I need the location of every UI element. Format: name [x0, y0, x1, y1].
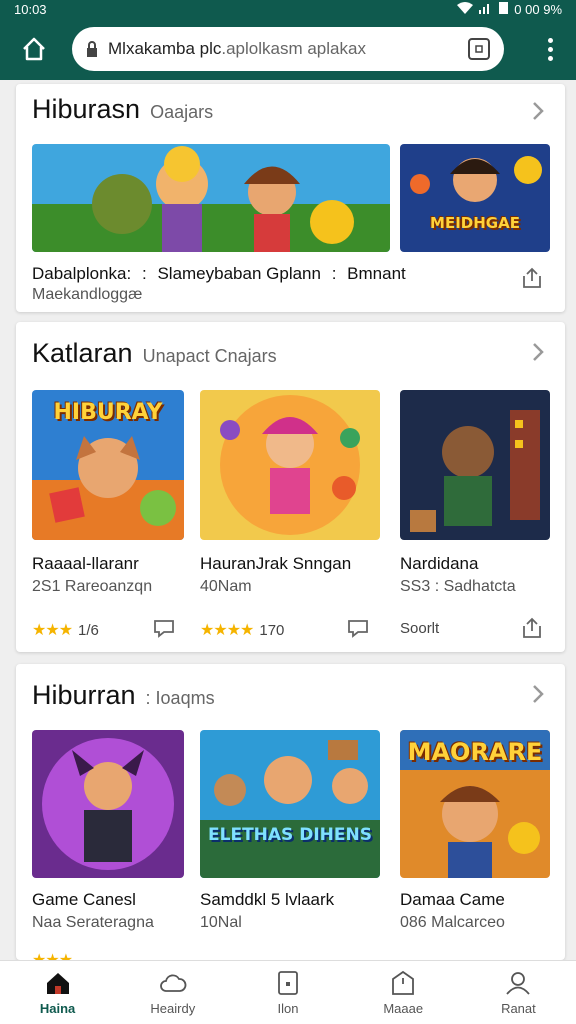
nav-label: Maaae	[383, 1001, 424, 1016]
status-time: 10:03	[14, 1, 47, 17]
separator: :	[141, 264, 147, 283]
item-subtitle: 086 Malcarceo	[400, 914, 505, 931]
item-subtitle: Naa Serateragna	[32, 914, 154, 931]
item-subtitle: 2S1 Rareoanzqn	[32, 578, 153, 595]
lock-icon	[87, 41, 97, 57]
item-title[interactable]: Damaa Came	[400, 890, 505, 910]
battery-icon	[499, 1, 509, 17]
item-rating: Soorlt	[400, 620, 439, 637]
tabs-icon	[475, 45, 483, 53]
section-title: Hiburran	[32, 680, 136, 710]
rating-stars: ★★★★	[200, 622, 254, 639]
game-thumbnail[interactable]: MEIDHGAE	[400, 144, 550, 252]
item-title[interactable]: Raaaal-llaranr	[32, 554, 139, 574]
cloud-icon	[159, 974, 187, 992]
item-title[interactable]: Slameybaban Gplann	[157, 264, 321, 283]
nav-label: Haina	[39, 1001, 76, 1016]
item-title-row: Dabalplonka: : Slameybaban Gplann : Bmna…	[32, 264, 406, 284]
item-title[interactable]: HauranJrak Snngan	[200, 554, 351, 574]
game-thumbnail[interactable]	[400, 390, 550, 540]
overflow-menu-button[interactable]	[538, 29, 562, 69]
chevron-right-icon[interactable]	[527, 682, 549, 706]
separator: :	[331, 264, 337, 283]
item-title[interactable]: Bmnant	[347, 264, 406, 283]
rating-value: 1/6	[78, 621, 99, 639]
game-thumbnail[interactable]	[32, 730, 184, 878]
section-subtitle: Oaajars	[150, 102, 214, 122]
game-thumbnail[interactable]	[32, 144, 390, 252]
item-rating: ★★★★ 170	[200, 620, 284, 640]
nav-label: Ranat	[501, 1001, 536, 1016]
person-icon	[506, 972, 531, 995]
nav-item-cloud[interactable]: Heairdy	[115, 961, 230, 1024]
url-domain: Mlxakamba plc	[108, 39, 222, 58]
status-bar: 10:03 0 00 9%	[0, 0, 576, 18]
address-bar[interactable]: Mlxakamba plc.aplolkasm aplakax	[72, 27, 504, 71]
game-thumbnail[interactable]	[200, 390, 380, 540]
section-title: Hiburasn	[32, 94, 141, 124]
nav-item-bag[interactable]: Maaae	[346, 961, 461, 1024]
bag-icon	[392, 970, 415, 995]
item-title[interactable]: Game Canesl	[32, 890, 136, 910]
nav-label: Ilon	[277, 1001, 299, 1016]
comment-icon[interactable]	[152, 616, 176, 640]
share-icon[interactable]	[520, 266, 544, 290]
nav-item-home[interactable]: Haina	[0, 961, 115, 1024]
thumbnail-art-text: HIBURAY	[53, 400, 163, 425]
item-rating: ★★★ 1/6	[32, 620, 99, 640]
url-text[interactable]: Mlxakamba plc.aplolkasm aplakax	[108, 39, 468, 59]
item-title[interactable]: Samddkl 5 lvlaark	[200, 890, 334, 910]
section-card-3: Hiburran : Ioaqms ELETHAS DIHENS MAORARE…	[16, 664, 565, 960]
tablet-icon	[278, 971, 298, 995]
chevron-right-icon[interactable]	[527, 99, 549, 123]
browser-toolbar: Mlxakamba plc.aplolkasm aplakax	[0, 18, 576, 80]
nav-item-profile[interactable]: Ranat	[461, 961, 576, 1024]
share-icon[interactable]	[520, 616, 544, 640]
item-subtitle: SS3 : Sadhatcta	[400, 578, 516, 595]
battery-text: 0 00 9%	[514, 1, 562, 17]
chevron-right-icon[interactable]	[527, 340, 549, 364]
item-subtitle: 40Nam	[200, 578, 252, 595]
bottom-navigation: Haina Heairdy Ilon Maaae Ranat	[0, 960, 576, 1024]
thumbnail-art-text: ELETHAS DIHENS	[208, 825, 372, 845]
home-icon	[23, 37, 45, 61]
section-card-1: Hiburasn Oaajars MEIDHGAE Dabalplonka::…	[16, 84, 565, 312]
nav-item-tablet[interactable]: Ilon	[230, 961, 345, 1024]
url-path: .aplolkasm aplakax	[221, 39, 366, 58]
item-subtitle: Maekandloggæ	[32, 286, 143, 303]
section-title: Katlaran	[32, 338, 133, 368]
section-subtitle: Unapact Cnajars	[142, 346, 277, 366]
nav-label: Heairdy	[150, 1001, 196, 1016]
rating-stars: ★★★	[32, 622, 73, 639]
thumbnail-art-text: MEIDHGAE	[430, 214, 520, 232]
game-thumbnail[interactable]: ELETHAS DIHENS	[200, 730, 380, 878]
tab-switcher-button[interactable]	[468, 38, 490, 60]
item-title[interactable]: Nardidana	[400, 554, 478, 574]
rating-value: 170	[259, 621, 285, 639]
rating-stars: ★★★	[32, 950, 73, 960]
wifi-icon	[457, 1, 474, 17]
game-thumbnail[interactable]: MAORARE	[400, 730, 550, 878]
more-vert-icon	[547, 37, 553, 43]
signal-icon	[479, 2, 493, 17]
home-icon	[46, 973, 69, 994]
game-thumbnail[interactable]: HIBURAY	[32, 390, 184, 540]
item-title[interactable]: Dabalplonka:	[32, 264, 131, 283]
section-subtitle: : Ioaqms	[145, 688, 215, 708]
section-card-2: Katlaran Unapact Cnajars HIBURAY Raaaal-…	[16, 322, 565, 652]
thumbnail-art-text: MAORARE	[407, 738, 543, 766]
comment-icon[interactable]	[346, 616, 370, 640]
rating-value: Soorlt	[400, 620, 440, 637]
item-rating: ★★★	[32, 950, 78, 960]
item-subtitle: 10Nal	[200, 914, 242, 931]
home-button[interactable]	[14, 29, 54, 69]
